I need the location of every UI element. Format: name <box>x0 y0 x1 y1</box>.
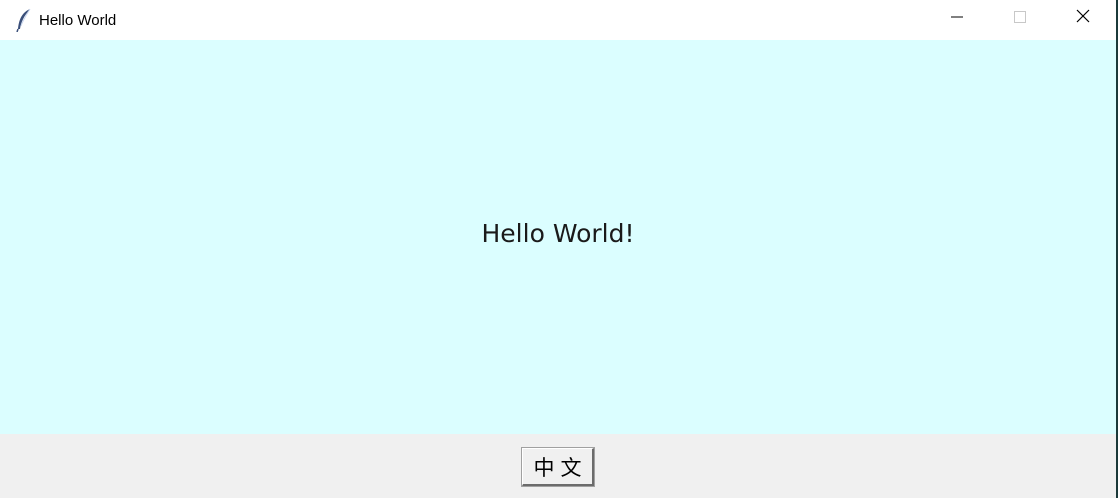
title-bar[interactable]: Hello World <box>0 0 1116 40</box>
feather-icon <box>12 8 36 32</box>
main-content-area: Hello World! <box>0 40 1116 434</box>
maximize-icon <box>1013 8 1026 27</box>
language-toggle-button[interactable]: 中文 <box>521 447 595 487</box>
close-icon <box>1076 8 1090 27</box>
window-title: Hello World <box>39 11 117 29</box>
hello-label: Hello World! <box>481 218 635 248</box>
maximize-button[interactable] <box>988 0 1051 35</box>
close-button[interactable] <box>1051 0 1114 35</box>
bottom-bar: 中文 <box>0 434 1116 498</box>
window-controls <box>925 0 1114 40</box>
minimize-icon <box>950 8 963 27</box>
app-window: Hello World Hello World! 中文 <box>0 0 1118 498</box>
minimize-button[interactable] <box>925 0 988 35</box>
